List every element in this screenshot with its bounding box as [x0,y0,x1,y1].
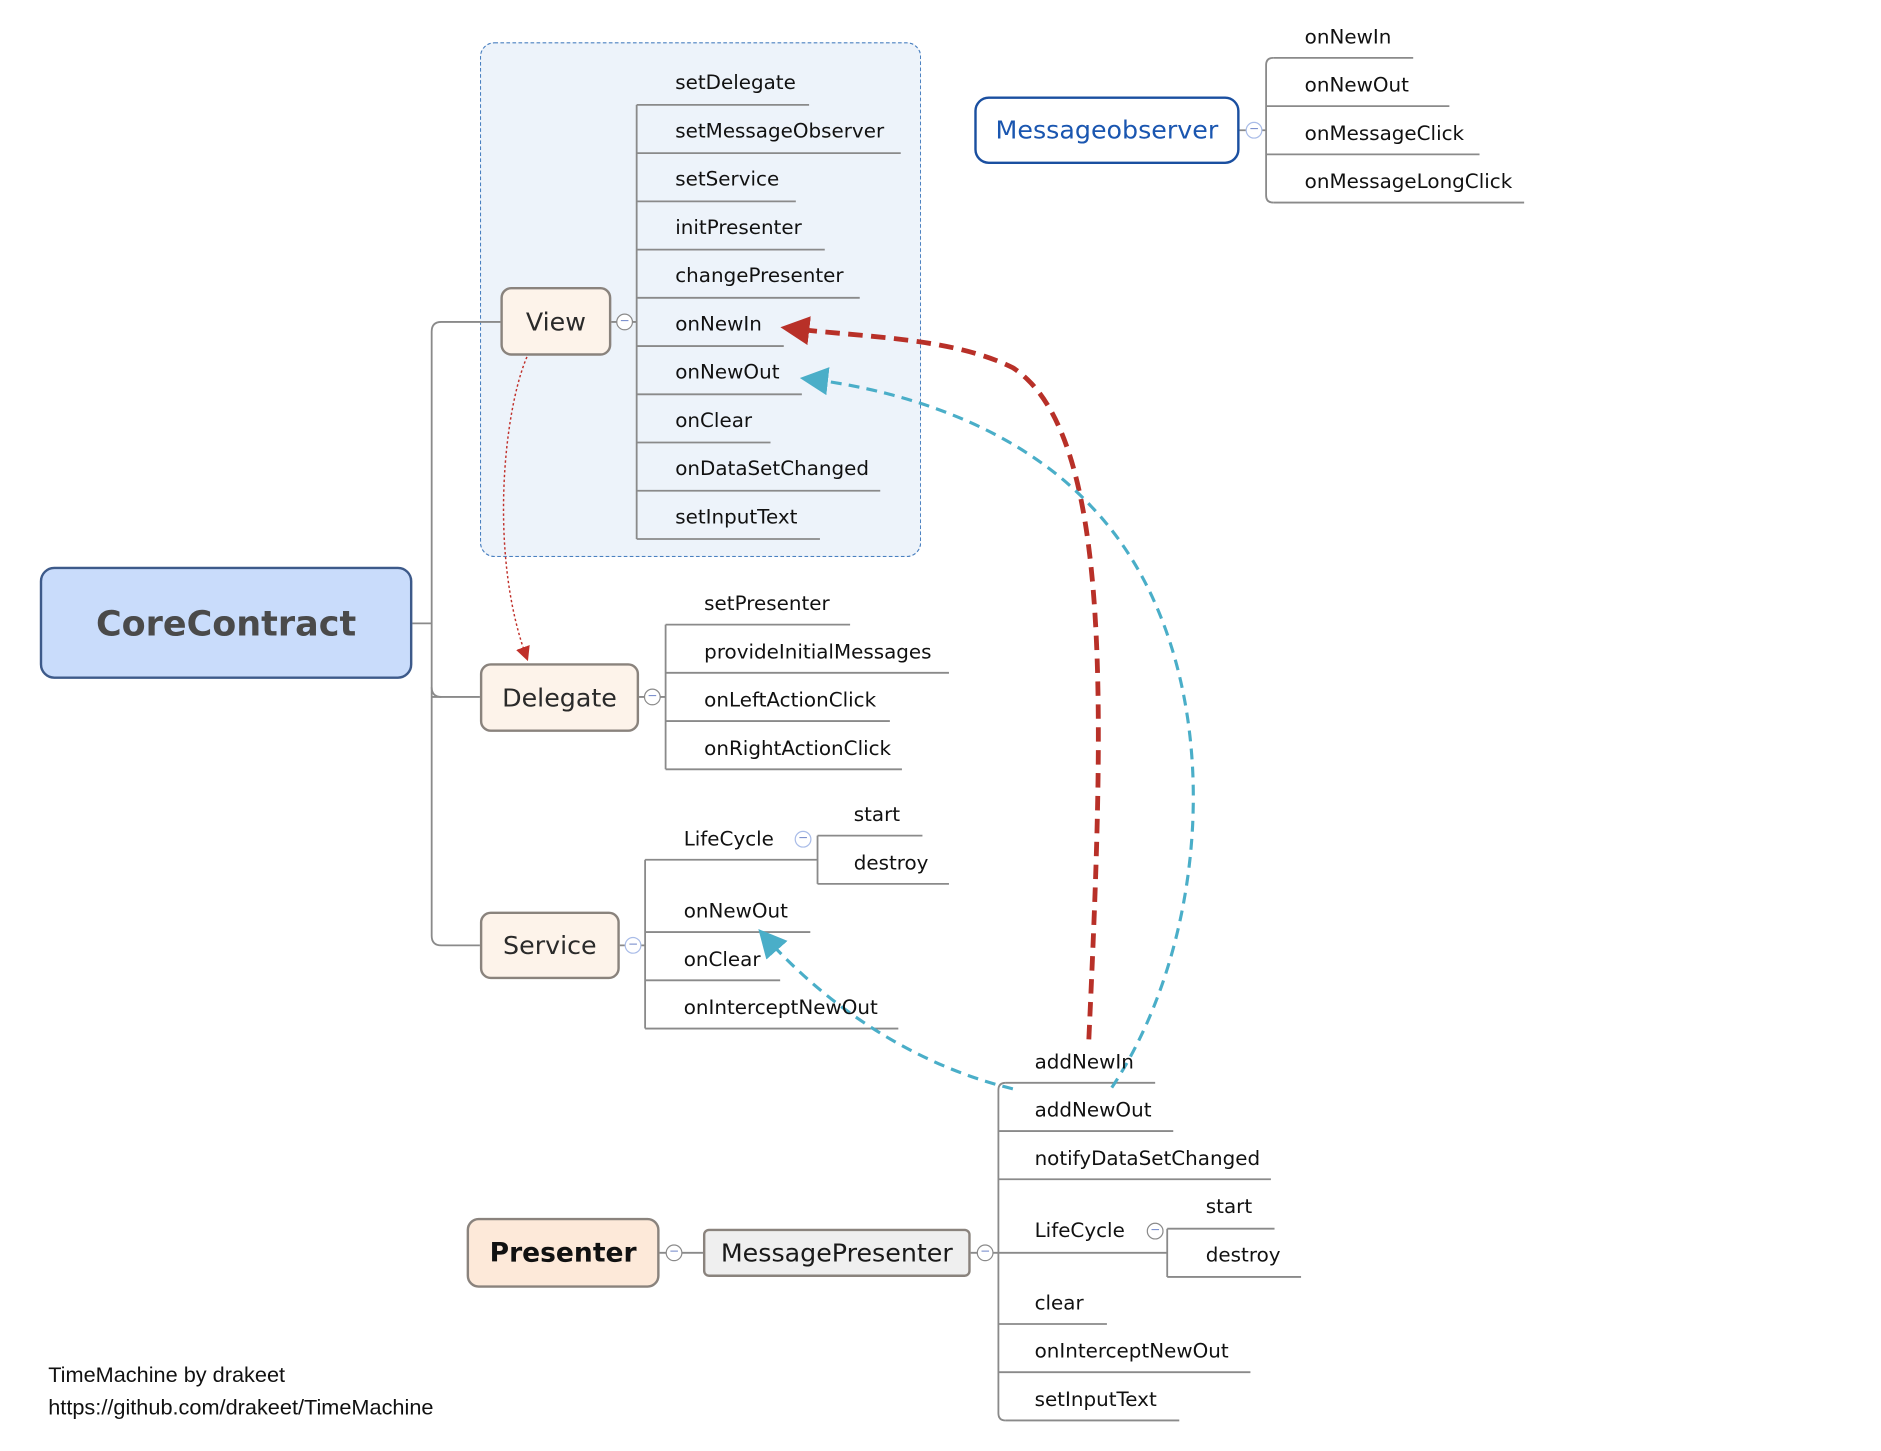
messagepresenter-lifecycle-method[interactable]: destroy [1206,1243,1281,1267]
topic-delegate-label: Delegate [502,683,617,713]
connector-root-trunk [412,321,501,947]
service-lifecycle-method[interactable]: start [854,803,900,827]
collapse-minus-icon: − [797,832,809,846]
view-method[interactable]: onClear [675,409,752,433]
connector-root-delegate [430,687,442,698]
delegate-method[interactable]: onLeftActionClick [704,689,876,713]
messageobserver-method[interactable]: onMessageLongClick [1305,170,1513,194]
topic-messagepresenter-label: MessagePresenter [720,1238,953,1268]
topic-messagepresenter[interactable]: MessagePresenter [702,1228,971,1277]
view-method[interactable]: setInputText [675,505,797,529]
topic-service-label: Service [503,930,597,960]
delegate-method[interactable]: onRightActionClick [704,737,891,761]
relationship-view-to-delegate [502,356,530,662]
service-method[interactable]: onInterceptNewOut [684,996,878,1020]
messagepresenter-method[interactable]: setInputText [1035,1388,1157,1412]
view-method[interactable]: setMessageObserver [675,119,884,143]
collapse-toggle-messagepresenter-lifecycle[interactable]: − [1146,1222,1164,1240]
root-node-label: CoreContract [95,602,357,644]
collapse-toggle-service[interactable]: − [624,936,642,954]
messagepresenter-method[interactable]: addNewIn [1035,1050,1134,1074]
tree-connectors [412,56,1525,1422]
messagepresenter-lifecycle[interactable]: LifeCycle [1035,1219,1125,1243]
collapse-minus-icon: − [647,689,658,703]
view-method[interactable]: onNewOut [675,361,779,385]
messagepresenter-method[interactable]: notifyDataSetChanged [1035,1147,1261,1171]
messagepresenter-method[interactable]: addNewOut [1035,1098,1152,1122]
view-method[interactable]: setService [675,168,779,192]
collapse-minus-icon: − [668,1245,680,1259]
collapse-toggle-service-lifecycle[interactable]: − [794,830,812,848]
collapse-toggle-presenter[interactable]: − [665,1244,683,1262]
collapse-minus-icon: − [619,314,630,328]
view-method[interactable]: initPresenter [675,216,802,240]
topic-messageobserver-label: Messageobserver [995,115,1219,145]
service-method[interactable]: onClear [684,948,761,972]
view-method[interactable]: changePresenter [675,264,843,288]
topic-service[interactable]: Service [479,911,620,980]
delegate-method[interactable]: setPresenter [704,592,829,616]
topic-view-label: View [525,306,586,336]
collapse-toggle-view[interactable]: − [616,313,634,331]
collapse-minus-icon: − [1150,1223,1161,1238]
messageobserver-method[interactable]: onNewOut [1305,74,1409,98]
mind-map-canvas: CoreContract View − setDelegate setMessa… [0,0,1881,1451]
topic-delegate[interactable]: Delegate [479,663,640,732]
relationship-addNewIn-to-onNewIn [780,316,1101,1040]
relationship-addNewOut-to-view-onNewOut [799,367,1195,1089]
topic-messageobserver[interactable]: Messageobserver [974,96,1240,164]
delegate-method[interactable]: provideInitialMessages [704,640,931,664]
collapse-minus-icon: − [627,938,639,952]
view-method[interactable]: onDataSetChanged [675,457,869,481]
collapse-minus-icon: − [980,1245,991,1259]
messageobserver-method[interactable]: onMessageClick [1305,122,1464,146]
view-method[interactable]: onNewIn [675,312,762,336]
view-method[interactable]: setDelegate [675,71,796,95]
topic-presenter-label: Presenter [489,1237,637,1268]
collapse-toggle-messagepresenter[interactable]: − [976,1244,994,1262]
collapse-toggle-delegate[interactable]: − [643,688,661,706]
topic-presenter[interactable]: Presenter [466,1217,660,1288]
messageobserver-method[interactable]: onNewIn [1305,25,1392,49]
collapse-minus-icon: − [1248,122,1260,137]
footer-url: https://github.com/drakeet/TimeMachine [48,1395,434,1420]
root-node-corecontract[interactable]: CoreContract [39,566,413,679]
service-lifecycle-method[interactable]: destroy [854,851,929,875]
messagepresenter-method[interactable]: onInterceptNewOut [1035,1340,1229,1364]
topic-view[interactable]: View [500,286,612,356]
footer-credit: TimeMachine by drakeet [48,1362,286,1387]
service-method[interactable]: onNewOut [684,900,788,924]
service-lifecycle[interactable]: LifeCycle [684,827,774,851]
messagepresenter-method[interactable]: clear [1035,1291,1084,1315]
messagepresenter-lifecycle-method[interactable]: start [1206,1195,1252,1219]
collapse-toggle-messageobserver[interactable]: − [1245,121,1263,139]
